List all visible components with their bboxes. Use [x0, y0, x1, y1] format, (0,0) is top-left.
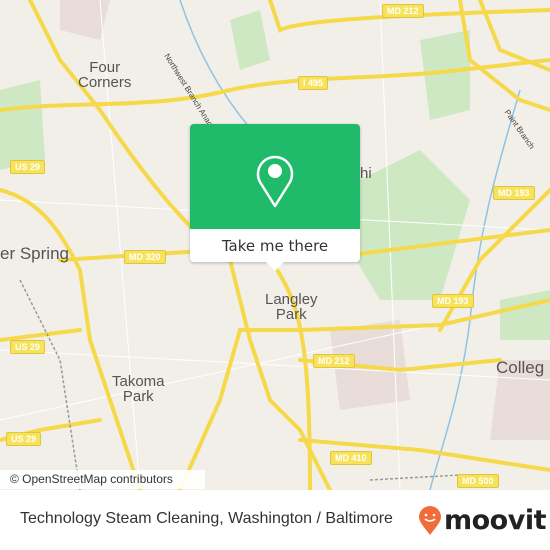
footer-title: Technology Steam Cleaning, Washington / … — [20, 510, 393, 527]
moovit-pin-icon — [419, 505, 441, 535]
place-silver-spring: er Spring — [0, 244, 69, 263]
shield-md212: MD 212 — [313, 354, 355, 368]
place-four-corners: Four Corners — [78, 59, 132, 91]
shield-md410: MD 410 — [330, 451, 372, 465]
shield-us29: US 29 — [6, 432, 42, 446]
shield-md320: MD 320 — [124, 250, 166, 264]
moovit-logo: moovit — [418, 505, 547, 536]
place-college-park: Colleg — [496, 358, 545, 377]
popup-header — [190, 124, 360, 229]
moovit-wordmark: moovit — [444, 505, 547, 536]
map[interactable]: Four Corners er Spring Langley Park Tako… — [0, 0, 550, 490]
shield-us29: US 29 — [10, 340, 46, 354]
place-adelphi: hi — [360, 165, 372, 182]
shield-i495: I 495 — [298, 76, 329, 90]
shield-md193: MD 193 — [493, 186, 535, 200]
shield-md500: MD 500 — [457, 474, 499, 488]
place-langley-park: Langley Park — [265, 291, 318, 323]
location-pin-icon — [256, 155, 294, 208]
place-takoma-park: Takoma Park — [112, 373, 165, 405]
map-attribution[interactable]: © OpenStreetMap contributors — [0, 470, 205, 489]
destination-popup: Take me there — [190, 124, 360, 271]
shield-md212: MD 212 — [382, 4, 424, 18]
popup-pointer — [266, 262, 284, 271]
shield-md193: MD 193 — [432, 294, 474, 308]
shield-us29: US 29 — [10, 160, 46, 174]
take-me-there-button[interactable]: Take me there — [190, 229, 360, 262]
